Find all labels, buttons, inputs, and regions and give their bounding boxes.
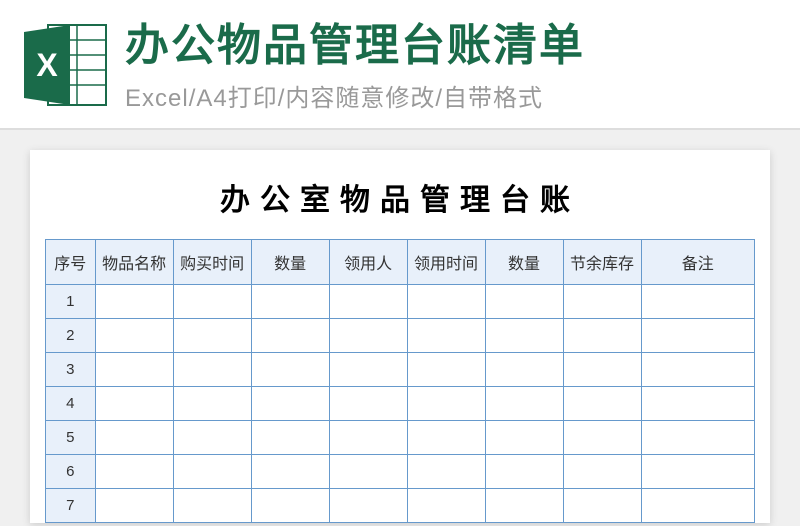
table-cell [251, 420, 329, 454]
table-cell [407, 318, 485, 352]
table-cell [95, 386, 173, 420]
table-cell [563, 284, 641, 318]
table-cell [173, 284, 251, 318]
table-cell [251, 318, 329, 352]
table-cell [485, 420, 563, 454]
header-section: X 办公物品管理台账清单 Excel/A4打印/内容随意修改/自带格式 [0, 0, 800, 130]
table-cell [641, 386, 754, 420]
table-cell [251, 352, 329, 386]
table-cell [563, 488, 641, 522]
table-cell [485, 386, 563, 420]
sheet-container: 办公室物品管理台账 序号 物品名称 购买时间 数量 领用人 领用时间 数量 节余… [30, 150, 770, 523]
subtitle: Excel/A4打印/内容随意修改/自带格式 [125, 78, 780, 113]
table-cell [95, 352, 173, 386]
table-cell [485, 488, 563, 522]
table-cell [251, 284, 329, 318]
sheet-title: 办公室物品管理台账 [30, 160, 770, 239]
table-cell [173, 454, 251, 488]
table-cell [641, 420, 754, 454]
column-header: 领用人 [329, 239, 407, 284]
column-header: 领用时间 [407, 239, 485, 284]
table-cell [563, 352, 641, 386]
column-header: 数量 [251, 239, 329, 284]
table-cell [95, 284, 173, 318]
table-cell [173, 318, 251, 352]
table-row: 5 [46, 420, 755, 454]
table-header-row: 序号 物品名称 购买时间 数量 领用人 领用时间 数量 节余库存 备注 [46, 239, 755, 284]
table-cell [95, 420, 173, 454]
table-cell [329, 488, 407, 522]
table-cell [641, 284, 754, 318]
table-cell [251, 454, 329, 488]
table-cell [485, 352, 563, 386]
row-number-cell: 5 [46, 420, 96, 454]
table-cell [173, 488, 251, 522]
table-cell [329, 454, 407, 488]
table-cell [641, 352, 754, 386]
row-number-cell: 4 [46, 386, 96, 420]
table-cell [641, 454, 754, 488]
column-header: 物品名称 [95, 239, 173, 284]
table-cell [407, 386, 485, 420]
table-cell [407, 420, 485, 454]
table-cell [251, 488, 329, 522]
table-cell [95, 318, 173, 352]
table-row: 4 [46, 386, 755, 420]
table-cell [407, 454, 485, 488]
row-number-cell: 3 [46, 352, 96, 386]
table-cell [563, 386, 641, 420]
table-row: 1 [46, 284, 755, 318]
table-cell [563, 420, 641, 454]
table-cell [329, 284, 407, 318]
table-cell [407, 284, 485, 318]
table-cell [95, 488, 173, 522]
row-number-cell: 1 [46, 284, 96, 318]
table-cell [407, 352, 485, 386]
row-number-cell: 6 [46, 454, 96, 488]
header-text: 办公物品管理台账清单 Excel/A4打印/内容随意修改/自带格式 [125, 20, 780, 113]
column-header: 数量 [485, 239, 563, 284]
column-header: 节余库存 [563, 239, 641, 284]
table-cell [485, 318, 563, 352]
svg-text:X: X [36, 47, 58, 83]
ledger-table: 序号 物品名称 购买时间 数量 领用人 领用时间 数量 节余库存 备注 1 [45, 239, 755, 523]
table-cell [641, 318, 754, 352]
column-header: 购买时间 [173, 239, 251, 284]
table-row: 7 [46, 488, 755, 522]
table-cell [329, 318, 407, 352]
table-row: 3 [46, 352, 755, 386]
table-cell [329, 386, 407, 420]
table-row: 2 [46, 318, 755, 352]
table-cell [485, 454, 563, 488]
excel-icon: X [20, 20, 110, 110]
table-cell [173, 352, 251, 386]
table-cell [485, 284, 563, 318]
table-cell [563, 454, 641, 488]
column-header: 序号 [46, 239, 96, 284]
table-row: 6 [46, 454, 755, 488]
table-cell [173, 386, 251, 420]
main-title: 办公物品管理台账清单 [125, 20, 780, 73]
column-header: 备注 [641, 239, 754, 284]
table-cell [173, 420, 251, 454]
table-cell [563, 318, 641, 352]
table-cell [329, 352, 407, 386]
table-cell [329, 420, 407, 454]
table-cell [641, 488, 754, 522]
row-number-cell: 7 [46, 488, 96, 522]
table-cell [95, 454, 173, 488]
row-number-cell: 2 [46, 318, 96, 352]
table-cell [251, 386, 329, 420]
table-cell [407, 488, 485, 522]
